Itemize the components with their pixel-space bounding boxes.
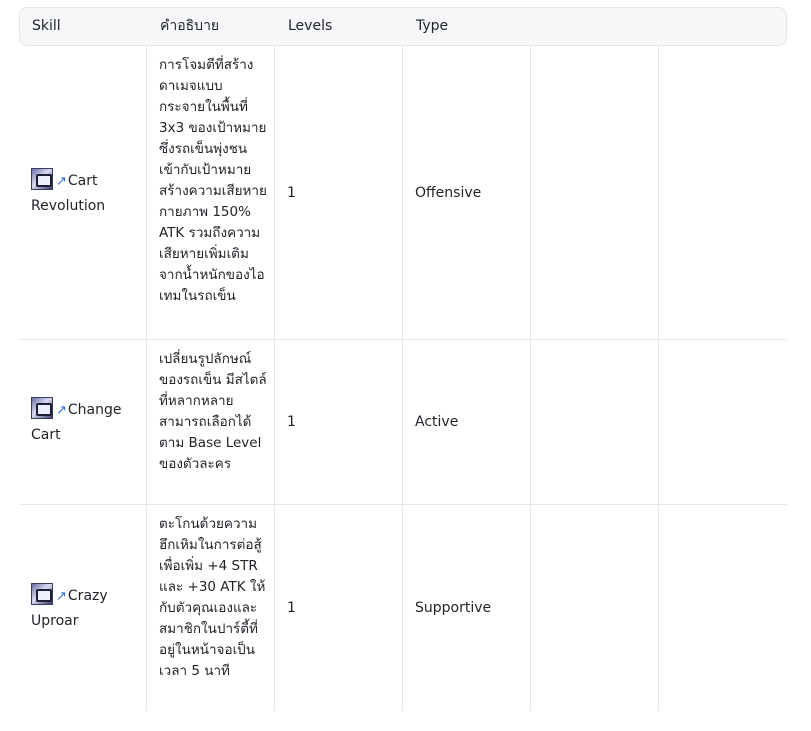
levels-cell: 1 — [274, 505, 402, 711]
description-cell: ตะโกนด้วยความฮึกเหิมในการต่อสู้เพื่อเพิ่… — [146, 505, 274, 711]
skill-levels: 1 — [287, 414, 296, 430]
empty-cell — [658, 340, 787, 504]
skill-cell: ↗Change Cart — [19, 340, 146, 504]
external-link-icon: ↗ — [56, 173, 67, 189]
empty-cell — [530, 505, 658, 711]
table-row: ↗Cart Revolution การโจมตีที่สร้างดาเมจแบ… — [19, 46, 787, 340]
skill-type: Offensive — [415, 184, 482, 201]
type-cell: Supportive — [402, 505, 530, 711]
skill-description: การโจมตีที่สร้างดาเมจแบบกระจายในพื้นที่ … — [159, 57, 267, 304]
description-cell: เปลี่ยนรูปลักษณ์ของรถเข็น มีสไตล์ที่หลาก… — [146, 340, 274, 504]
table-row: ↗Crazy Uproar ตะโกนด้วยความฮึกเหิมในการต… — [19, 505, 787, 711]
empty-cell — [530, 46, 658, 339]
skill-type: Active — [415, 414, 459, 430]
cart-revolution-icon — [31, 167, 53, 190]
skill-levels: 1 — [287, 184, 296, 201]
empty-cell — [530, 340, 658, 504]
change-cart-icon — [31, 397, 53, 419]
skill-cell: ↗Crazy Uproar — [19, 505, 146, 711]
type-cell: Offensive — [402, 46, 530, 339]
table-body: ↗Cart Revolution การโจมตีที่สร้างดาเมจแบ… — [19, 46, 787, 711]
header-type: Type — [416, 18, 449, 34]
external-link-icon: ↗ — [56, 403, 67, 418]
header-description: คำอธิบาย — [160, 18, 220, 34]
description-cell: การโจมตีที่สร้างดาเมจแบบกระจายในพื้นที่ … — [146, 46, 274, 339]
skill-type: Supportive — [415, 600, 492, 616]
skill-description: เปลี่ยนรูปลักษณ์ของรถเข็น มีสไตล์ที่หลาก… — [159, 351, 267, 472]
skill-description: ตะโกนด้วยความฮึกเหิมในการต่อสู้เพื่อเพิ่… — [159, 516, 266, 679]
crazy-uproar-icon — [31, 583, 53, 605]
skill-cell: ↗Cart Revolution — [19, 46, 146, 339]
empty-cell — [658, 46, 787, 339]
levels-cell: 1 — [274, 340, 402, 504]
table-header: Skill คำอธิบาย Levels Type — [19, 7, 787, 46]
skill-levels: 1 — [287, 600, 296, 616]
table-row: ↗Change Cart เปลี่ยนรูปลักษณ์ของรถเข็น ม… — [19, 340, 787, 505]
header-levels: Levels — [288, 18, 333, 34]
external-link-icon: ↗ — [56, 589, 67, 604]
levels-cell: 1 — [274, 46, 402, 339]
type-cell: Active — [402, 340, 530, 504]
empty-cell — [658, 505, 787, 711]
skills-table: Skill คำอธิบาย Levels Type ↗Cart Revolut… — [19, 7, 787, 711]
header-skill: Skill — [32, 18, 61, 34]
